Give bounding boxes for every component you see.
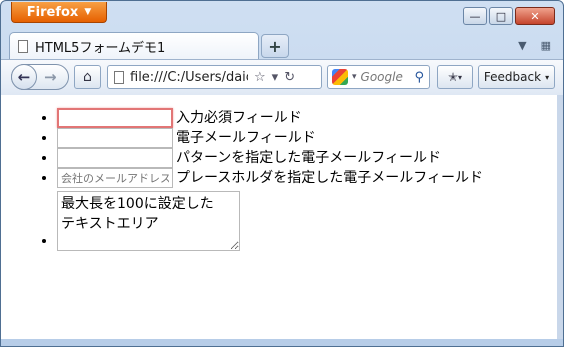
- tab-groups-icon[interactable]: ▦: [541, 39, 551, 52]
- dropdown-icon[interactable]: ▾: [272, 70, 279, 85]
- search-icon[interactable]: ⚲: [414, 70, 424, 85]
- placeholder-email-field-input[interactable]: [57, 168, 173, 188]
- maxlength-textarea[interactable]: 最大長を100に設定した テキストエリア: [57, 191, 240, 251]
- back-forward-group: ← →: [11, 63, 69, 90]
- chevron-down-icon: ▾: [458, 72, 463, 82]
- url-bar-icons: ☆ ▾ ↻: [254, 70, 295, 85]
- list-item: 電子メールフィールド: [57, 128, 558, 148]
- url-text[interactable]: file:///C:/Users/daich: [130, 70, 248, 85]
- form-list: 入力必須フィールド 電子メールフィールド パターンを指定した電子メールフィールド…: [1, 108, 558, 251]
- window-frame-right: [557, 95, 563, 340]
- chevron-down-icon: ▾: [545, 72, 550, 82]
- field-label: 入力必須フィールド: [176, 110, 302, 126]
- feedback-button[interactable]: Feedback ▾: [478, 65, 555, 89]
- home-button[interactable]: ⌂: [74, 65, 101, 89]
- tab-title: HTML5フォームデモ1: [35, 41, 166, 56]
- home-icon: ⌂: [83, 69, 92, 85]
- tab-active[interactable]: HTML5フォームデモ1: [9, 32, 259, 60]
- back-button[interactable]: ←: [11, 63, 37, 90]
- plus-icon: +: [268, 36, 282, 56]
- navigation-toolbar: ← → ⌂ file:///C:/Users/daich ☆ ▾ ↻ ▾ Goo…: [1, 59, 563, 96]
- search-placeholder: Google: [360, 70, 403, 84]
- search-engine-dropdown-icon[interactable]: ▾: [352, 72, 357, 82]
- window-controls: — □ ✕: [463, 7, 555, 25]
- page-content: 入力必須フィールド 電子メールフィールド パターンを指定した電子メールフィールド…: [1, 95, 558, 340]
- email-field-input[interactable]: [57, 128, 173, 148]
- search-bar[interactable]: ▾ Google ⚲: [327, 65, 430, 89]
- field-label: パターンを指定した電子メールフィールド: [176, 150, 442, 166]
- bookmarks-star-icon: ✭: [447, 70, 459, 84]
- tab-list-icon[interactable]: ▼: [518, 39, 526, 52]
- document-icon: [18, 40, 28, 53]
- feedback-label: Feedback: [483, 70, 542, 84]
- chevron-down-icon: ▼: [84, 7, 92, 17]
- list-item: プレースホルダを指定した電子メールフィールド: [57, 168, 558, 188]
- window-frame-bottom: [1, 339, 563, 346]
- star-icon[interactable]: ☆: [254, 70, 266, 85]
- field-label: プレースホルダを指定した電子メールフィールド: [176, 170, 484, 186]
- minimize-button[interactable]: —: [463, 7, 487, 25]
- pattern-email-field-input[interactable]: [57, 148, 173, 168]
- list-item: 入力必須フィールド: [57, 108, 558, 128]
- minimize-icon: —: [469, 9, 481, 23]
- field-label: 電子メールフィールド: [176, 130, 316, 146]
- reload-icon[interactable]: ↻: [284, 70, 295, 85]
- forward-arrow-icon: →: [44, 68, 57, 86]
- back-arrow-icon: ←: [17, 67, 31, 86]
- close-icon: ✕: [530, 9, 540, 23]
- tab-bar-right: ▼ ▦: [518, 39, 551, 52]
- list-item: パターンを指定した電子メールフィールド: [57, 148, 558, 168]
- google-logo-icon[interactable]: [332, 69, 348, 85]
- required-field-input[interactable]: [57, 108, 173, 128]
- maximize-icon: □: [495, 9, 507, 23]
- firefox-menu-label: Firefox: [26, 4, 79, 20]
- maximize-button[interactable]: □: [489, 7, 513, 25]
- forward-button[interactable]: →: [44, 68, 57, 86]
- firefox-menu-button[interactable]: Firefox ▼: [11, 2, 107, 23]
- new-tab-button[interactable]: +: [261, 34, 289, 58]
- browser-window: Firefox ▼ — □ ✕ HTML5フォームデモ1 + ▼ ▦ ← → ⌂…: [0, 0, 564, 347]
- page-icon: [114, 70, 124, 84]
- close-button[interactable]: ✕: [515, 7, 555, 25]
- url-bar[interactable]: file:///C:/Users/daich ☆ ▾ ↻: [107, 65, 322, 89]
- list-item: 最大長を100に設定した テキストエリア: [57, 191, 558, 251]
- bookmarks-button[interactable]: ✭ ▾: [437, 65, 473, 89]
